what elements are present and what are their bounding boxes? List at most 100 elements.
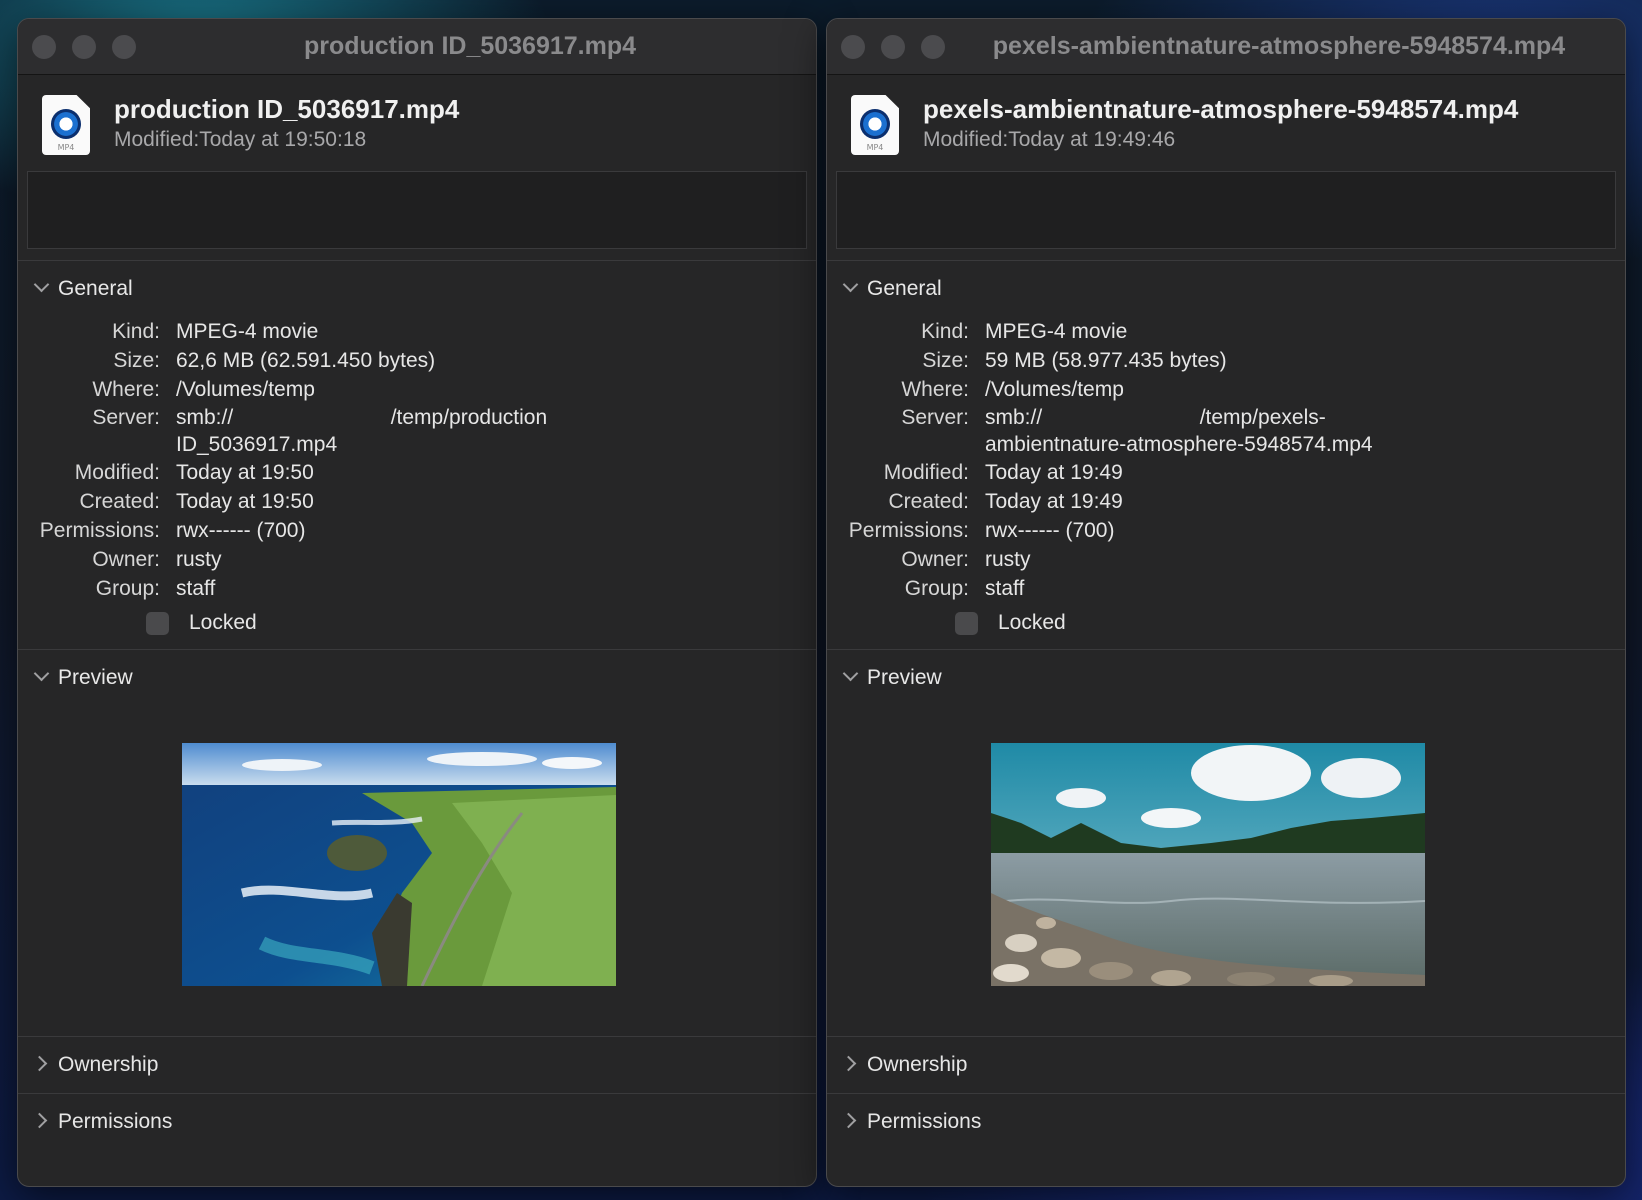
preview-section-toggle[interactable]: Preview xyxy=(827,650,1625,706)
chevron-down-icon xyxy=(841,668,867,689)
where-value: /Volumes/temp xyxy=(985,378,1124,401)
minimize-button[interactable] xyxy=(72,35,96,59)
video-preview-thumbnail[interactable] xyxy=(182,743,616,986)
created-row: Created: Today at 19:50 xyxy=(18,487,816,516)
general-section-label: General xyxy=(867,277,942,300)
ownership-section-toggle[interactable]: Ownership xyxy=(827,1036,1625,1093)
modified-value: Today at 19:49 xyxy=(985,461,1123,484)
chevron-down-icon xyxy=(32,279,58,300)
permissions-section-toggle[interactable]: Permissions xyxy=(827,1093,1625,1150)
info-window-production: production ID_5036917.mp4 MP4 production… xyxy=(17,18,817,1187)
locked-checkbox[interactable] xyxy=(146,611,169,635)
window-title: pexels-ambientnature-atmosphere-5948574.… xyxy=(992,32,1566,60)
comments-field[interactable] xyxy=(27,171,807,249)
window-titlebar[interactable]: pexels-ambientnature-atmosphere-5948574.… xyxy=(827,19,1625,75)
where-row: Where: /Volumes/temp xyxy=(827,375,1625,404)
server-row: Server: smb:// /temp/production ID_5036917… xyxy=(18,404,816,458)
river-preview-image xyxy=(991,743,1425,986)
ownership-section-label: Ownership xyxy=(867,1053,968,1076)
kind-row: Kind: MPEG-4 movie xyxy=(827,317,1625,346)
video-preview-thumbnail[interactable] xyxy=(991,743,1425,986)
minimize-button[interactable] xyxy=(881,35,905,59)
permissions-section-label: Permissions xyxy=(58,1110,173,1133)
chevron-right-icon xyxy=(32,1112,58,1132)
general-section-label: General xyxy=(58,277,133,300)
where-label: Where: xyxy=(92,378,160,401)
general-info: Kind: MPEG-4 movie Size: 62,6 MB (62.591.4… xyxy=(18,317,816,641)
where-value: /Volumes/temp xyxy=(176,378,315,401)
locked-row: Locked xyxy=(18,605,816,641)
info-window-pexels: pexels-ambientnature-atmosphere-5948574.… xyxy=(826,18,1626,1187)
kind-label: Kind: xyxy=(921,320,969,343)
general-section-toggle[interactable]: General xyxy=(18,261,816,317)
mp4-file-icon[interactable]: MP4 xyxy=(851,95,899,155)
ownership-section-label: Ownership xyxy=(58,1053,159,1076)
quicktime-icon xyxy=(51,109,81,139)
zoom-button[interactable] xyxy=(921,35,945,59)
size-row: Size: 59 MB (58.977.435 bytes) xyxy=(827,346,1625,375)
chevron-right-icon xyxy=(841,1055,867,1075)
group-row: Group: staff xyxy=(827,574,1625,603)
kind-label: Kind: xyxy=(112,320,160,343)
server-row: Server: smb:// /temp/pexels-ambientnature… xyxy=(827,404,1625,458)
size-value: 59 MB (58.977.435 bytes) xyxy=(985,349,1227,372)
group-row: Group: staff xyxy=(18,574,816,603)
created-value: Today at 19:49 xyxy=(985,490,1123,513)
owner-row: Owner: rusty xyxy=(827,545,1625,574)
traffic-lights xyxy=(841,19,945,75)
server-label: Server: xyxy=(901,406,969,429)
locked-label: Locked xyxy=(189,611,257,634)
preview-area xyxy=(827,706,1625,1036)
size-label: Size: xyxy=(922,349,969,372)
close-button[interactable] xyxy=(841,35,865,59)
zoom-button[interactable] xyxy=(112,35,136,59)
file-ext-label: MP4 xyxy=(866,143,884,152)
where-row: Where: /Volumes/temp xyxy=(18,375,816,404)
preview-section-label: Preview xyxy=(58,666,133,689)
permissions-value: rwx------ (700) xyxy=(176,519,306,542)
chevron-right-icon xyxy=(841,1112,867,1132)
modified-row: Modified: Today at 19:49 xyxy=(827,458,1625,487)
owner-label: Owner: xyxy=(92,548,160,571)
coastline-preview-image xyxy=(182,743,616,986)
chevron-down-icon xyxy=(841,279,867,300)
file-header: MP4 production ID_5036917.mp4 Modified:T… xyxy=(18,75,816,171)
preview-area xyxy=(18,706,816,1036)
owner-value: rusty xyxy=(985,548,1031,571)
window-titlebar[interactable]: production ID_5036917.mp4 xyxy=(18,19,816,75)
window-title: production ID_5036917.mp4 xyxy=(303,32,637,60)
permissions-section-toggle[interactable]: Permissions xyxy=(18,1093,816,1150)
file-ext-label: MP4 xyxy=(57,143,75,152)
server-label: Server: xyxy=(92,406,160,429)
mp4-file-icon[interactable]: MP4 xyxy=(42,95,90,155)
file-modified-header: Modified:Today at 19:49:46 xyxy=(923,128,1176,151)
server-value-line1: smb:// /temp/production xyxy=(176,406,548,429)
server-value-line1: smb:// /temp/pexels- xyxy=(985,406,1326,429)
owner-value: rusty xyxy=(176,548,222,571)
ownership-section-toggle[interactable]: Ownership xyxy=(18,1036,816,1093)
chevron-right-icon xyxy=(32,1055,58,1075)
permissions-value: rwx------ (700) xyxy=(985,519,1115,542)
permissions-row: Permissions: rwx------ (700) xyxy=(18,516,816,545)
permissions-row: Permissions: rwx------ (700) xyxy=(827,516,1625,545)
close-button[interactable] xyxy=(32,35,56,59)
server-value-line2: ID_5036917.mp4 xyxy=(176,433,338,456)
server-value-line2: ambientnature-atmosphere-5948574.mp4 xyxy=(985,433,1373,456)
file-name[interactable]: production ID_5036917.mp4 xyxy=(114,93,459,125)
modified-row: Modified: Today at 19:50 xyxy=(18,458,816,487)
locked-row: Locked xyxy=(827,605,1625,641)
created-label: Created: xyxy=(79,490,160,513)
general-section-toggle[interactable]: General xyxy=(827,261,1625,317)
group-value: staff xyxy=(985,577,1025,600)
preview-section-toggle[interactable]: Preview xyxy=(18,650,816,706)
permissions-section-label: Permissions xyxy=(867,1110,982,1133)
permissions-label: Permissions: xyxy=(848,519,969,542)
file-name[interactable]: pexels-ambientnature-atmosphere-5948574.… xyxy=(923,93,1518,125)
modified-label: Modified: xyxy=(74,461,160,484)
owner-row: Owner: rusty xyxy=(18,545,816,574)
comments-field[interactable] xyxy=(836,171,1616,249)
locked-checkbox[interactable] xyxy=(955,611,978,635)
kind-value: MPEG-4 movie xyxy=(176,320,319,343)
size-value: 62,6 MB (62.591.450 bytes) xyxy=(176,349,436,372)
locked-label: Locked xyxy=(998,611,1066,634)
